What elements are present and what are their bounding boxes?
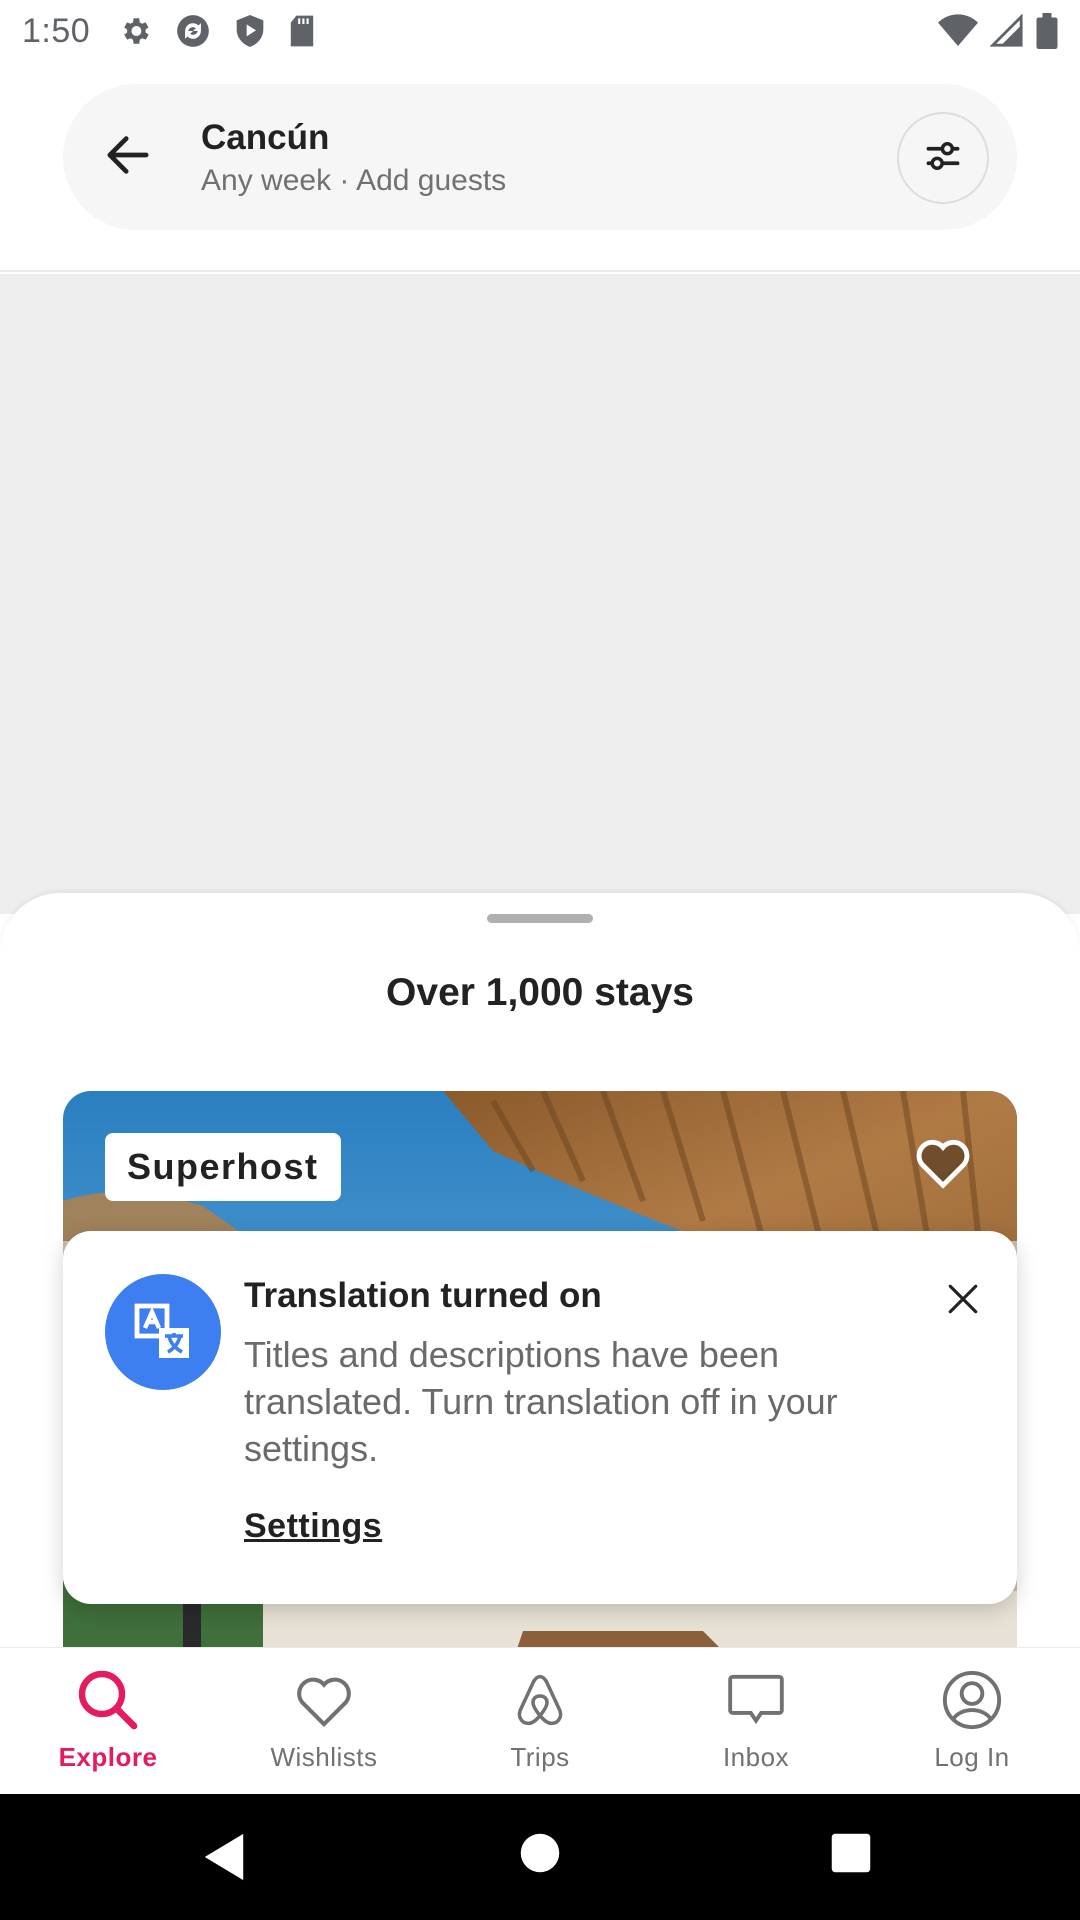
arrow-left-icon [106, 135, 150, 180]
nav-inbox[interactable]: Inbox [648, 1648, 864, 1795]
message-icon [725, 1668, 787, 1732]
nav-label: Log In [934, 1742, 1010, 1772]
toast-body: Titles and descriptions have been transl… [244, 1334, 838, 1469]
square-recents-icon [830, 1832, 872, 1879]
filter-sliders-icon [925, 140, 961, 177]
system-home-button[interactable] [519, 1832, 561, 1879]
toast-close-button[interactable] [933, 1271, 993, 1331]
nav-label: Inbox [722, 1742, 790, 1772]
system-recents-button[interactable] [830, 1832, 872, 1879]
nav-log-in[interactable]: Log In [864, 1648, 1080, 1795]
signal-icon [990, 14, 1024, 48]
battery-icon [1036, 13, 1058, 49]
profile-icon [941, 1668, 1003, 1732]
filters-button[interactable] [897, 112, 989, 204]
nav-trips[interactable]: Trips [432, 1648, 648, 1795]
toast-title: Translation turned on [244, 1276, 602, 1315]
status-icons-left [118, 12, 316, 50]
wifi-icon [938, 14, 978, 48]
settings-link[interactable]: Settings [244, 1507, 382, 1546]
status-icons-right [938, 13, 1058, 49]
heart-outline-icon [913, 1135, 973, 1194]
heart-icon [293, 1668, 355, 1732]
nav-explore[interactable]: Explore [0, 1648, 216, 1795]
superhost-badge: Superhost [105, 1133, 341, 1201]
settings-icon [118, 14, 152, 48]
status-time: 1:50 [22, 11, 91, 50]
search-icon [76, 1668, 140, 1732]
translation-toast: Translation turned on Titles and descrip… [63, 1231, 1017, 1604]
search-header: Cancún Any week · Add guests [0, 62, 1080, 272]
map-view[interactable] [0, 274, 1080, 914]
search-location[interactable]: Cancún [201, 118, 329, 158]
results-count-title: Over 1,000 stays [386, 971, 694, 1014]
nav-label: Trips [510, 1742, 570, 1772]
circle-home-icon [519, 1832, 561, 1879]
status-bar: 1:50 [0, 0, 1080, 62]
triangle-back-icon [200, 1832, 248, 1887]
wishlist-button[interactable] [910, 1131, 976, 1197]
nav-label: Explore [58, 1742, 158, 1772]
nav-wishlists[interactable]: Wishlists [216, 1648, 432, 1795]
back-button[interactable] [93, 124, 163, 190]
close-icon [946, 1282, 980, 1321]
nav-label: Wishlists [270, 1742, 378, 1772]
bottom-nav: Explore Wishlists Trips Inbox Log In [0, 1647, 1080, 1794]
system-back-button[interactable] [200, 1832, 248, 1887]
sync-icon [174, 12, 212, 50]
sd-card-icon [288, 14, 316, 48]
search-details[interactable]: Any week · Add guests [201, 164, 506, 198]
airbnb-logo-icon [512, 1668, 568, 1732]
shield-play-icon [234, 13, 266, 49]
search-bar[interactable]: Cancún Any week · Add guests [63, 84, 1017, 230]
translate-icon [105, 1274, 221, 1390]
sheet-drag-handle[interactable] [487, 914, 593, 923]
system-nav-bar [0, 1794, 1080, 1920]
